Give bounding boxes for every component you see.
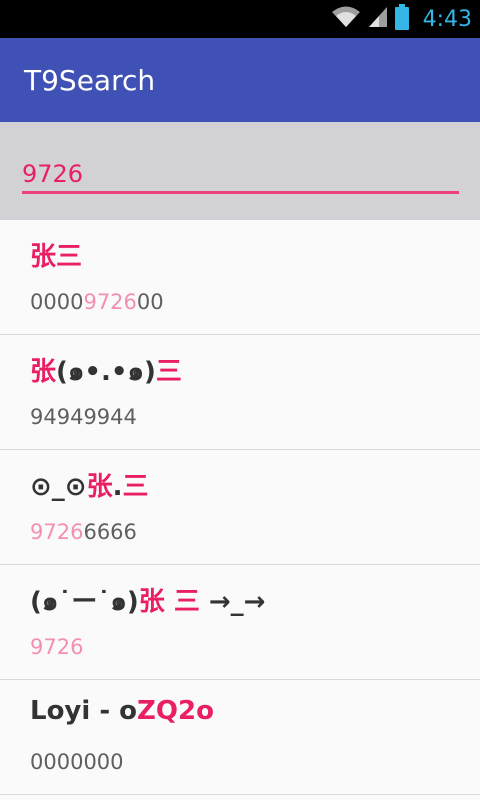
number-part-highlight: 9726 bbox=[83, 290, 137, 314]
contact-number: 97266666 bbox=[30, 520, 137, 544]
status-icons: 4:43 bbox=[331, 0, 472, 38]
contact-name: 张三 bbox=[30, 236, 82, 273]
wifi-icon bbox=[331, 5, 361, 33]
list-item[interactable]: 张(๑•.•๑)三 94949944 bbox=[0, 335, 480, 450]
number-part: 94949944 bbox=[30, 405, 137, 429]
search-area bbox=[0, 122, 480, 220]
name-part: (๑˙ー˙๑) bbox=[30, 587, 139, 617]
contact-name: (๑˙ー˙๑)张 三 →_→ bbox=[30, 581, 265, 622]
contact-name: ⊙_⊙张.三 bbox=[30, 466, 149, 503]
name-part-highlight: 三 bbox=[122, 472, 149, 502]
app-bar: T9Search bbox=[0, 38, 480, 122]
status-bar: 4:43 bbox=[0, 0, 480, 38]
contact-name: Loyi - oZQ2o bbox=[30, 696, 214, 726]
name-part-highlight: 张 三 bbox=[138, 587, 200, 617]
status-time: 4:43 bbox=[422, 6, 472, 32]
name-part-highlight: 张 bbox=[30, 357, 57, 387]
number-part-highlight: 9726 bbox=[30, 520, 84, 544]
name-part-highlight: 张 bbox=[86, 472, 113, 502]
name-part-highlight: 三 bbox=[155, 357, 182, 387]
name-part: →_→ bbox=[199, 587, 266, 617]
app-title: T9Search bbox=[24, 63, 156, 97]
contact-number: 0000972600 bbox=[30, 290, 164, 314]
cell-signal-icon bbox=[367, 5, 389, 33]
contact-name: 张(๑•.•๑)三 bbox=[30, 351, 182, 392]
list-item[interactable]: (๑˙ー˙๑)张 三 →_→ 9726 bbox=[0, 565, 480, 680]
number-part: 00 bbox=[136, 290, 164, 314]
list-item[interactable]: 张三 0000972600 bbox=[0, 220, 480, 335]
search-input[interactable] bbox=[22, 156, 458, 192]
name-part: Loyi - o bbox=[30, 696, 138, 726]
name-part-highlight: ZQ2o bbox=[137, 696, 214, 726]
search-underline bbox=[22, 191, 459, 194]
list-item[interactable]: Loyi - oZQ2o 0000000 bbox=[0, 680, 480, 795]
battery-icon bbox=[394, 4, 409, 34]
number-part: 0000000 bbox=[30, 750, 124, 774]
results-list[interactable]: 张三 0000972600 张(๑•.•๑)三 94949944 ⊙_⊙张.三 … bbox=[0, 220, 480, 800]
name-part: ⊙_⊙ bbox=[30, 472, 87, 502]
contact-number: 9726 bbox=[30, 635, 83, 659]
number-part: 0000 bbox=[30, 290, 84, 314]
name-part: 张三 bbox=[30, 242, 83, 272]
contact-number: 0000000 bbox=[30, 750, 124, 774]
name-part: . bbox=[112, 472, 123, 502]
contact-number: 94949944 bbox=[30, 405, 137, 429]
name-part: (๑•.•๑) bbox=[56, 357, 156, 387]
number-part: 6666 bbox=[83, 520, 137, 544]
list-item[interactable]: ⊙_⊙张.三 97266666 bbox=[0, 450, 480, 565]
number-part-highlight: 9726 bbox=[30, 635, 84, 659]
